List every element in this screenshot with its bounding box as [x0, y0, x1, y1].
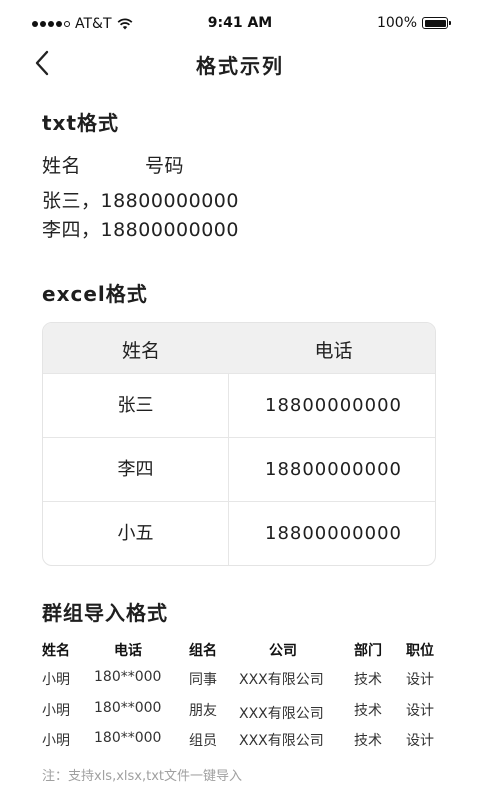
group-cell: XXX有限公司: [239, 672, 324, 688]
excel-table: 姓名 电话 张三 18800000000 李四 18800000000 小五 1…: [42, 322, 436, 566]
txt-line: 张三，18800000000: [42, 190, 239, 212]
table-row: 小明 180**000 组员 XXX有限公司 技术 设计: [0, 730, 480, 754]
excel-cell-name: 张三: [43, 374, 229, 438]
excel-col-phone: 电话: [314, 340, 353, 362]
excel-cell-phone: 18800000000: [265, 459, 402, 480]
battery-area: 100%: [376, 15, 451, 31]
group-cell: 小明: [42, 703, 70, 719]
group-cell: 小明: [42, 733, 70, 749]
group-cell: 设计: [406, 733, 434, 749]
table-row: 小五 18800000000: [43, 501, 435, 565]
txt-header-name: 姓名: [42, 155, 82, 177]
group-table-header: 姓名 电话 组名 公司 部门 职位: [0, 640, 480, 664]
excel-cell-name: 李四: [43, 438, 229, 502]
group-col-dept: 部门: [354, 643, 382, 659]
battery-icon: [422, 17, 451, 29]
group-cell: 朋友: [189, 703, 217, 719]
txt-header-phone: 号码: [145, 155, 185, 177]
excel-cell-phone: 18800000000: [265, 523, 402, 544]
group-col-group: 组名: [189, 643, 217, 659]
group-col-position: 职位: [406, 643, 434, 659]
txt-section-title: txt格式: [42, 111, 120, 135]
battery-percent: 100%: [376, 15, 417, 31]
group-cell: 组员: [189, 733, 217, 749]
txt-line: 李四，18800000000: [42, 219, 239, 241]
excel-cell-name: 小五: [43, 502, 229, 565]
table-row: 李四 18800000000: [43, 437, 435, 502]
group-cell: 技术: [354, 672, 382, 688]
group-cell: 技术: [354, 703, 382, 719]
nav-bar: 格式示列: [0, 40, 480, 84]
group-col-phone: 电话: [114, 643, 142, 659]
group-cell: XXX有限公司: [239, 733, 324, 749]
table-row: 小明 180**000 同事 XXX有限公司 技术 设计: [0, 669, 480, 693]
excel-section-title: excel格式: [42, 282, 148, 306]
excel-table-header: 姓名 电话: [43, 323, 435, 373]
excel-cell-phone: 18800000000: [265, 395, 402, 416]
import-note: 注：支持xls,xlsx,txt文件一键导入: [42, 769, 243, 784]
excel-col-name: 姓名: [121, 340, 160, 362]
group-cell: 180**000: [94, 730, 162, 746]
group-section-title: 群组导入格式: [42, 601, 168, 625]
group-cell: 设计: [406, 703, 434, 719]
group-cell: 技术: [354, 733, 382, 749]
group-cell: 小明: [42, 672, 70, 688]
group-col-name: 姓名: [42, 643, 70, 659]
group-cell: 180**000: [94, 669, 162, 685]
group-cell: 设计: [406, 672, 434, 688]
table-row: 张三 18800000000: [43, 373, 435, 438]
group-col-company: 公司: [269, 643, 297, 659]
page-title: 格式示列: [196, 54, 284, 78]
group-cell: 180**000: [94, 700, 162, 716]
group-cell: XXX有限公司: [239, 706, 324, 722]
group-cell: 同事: [189, 672, 217, 688]
table-row: 小明 180**000 朋友 XXX有限公司 技术 设计: [0, 700, 480, 724]
